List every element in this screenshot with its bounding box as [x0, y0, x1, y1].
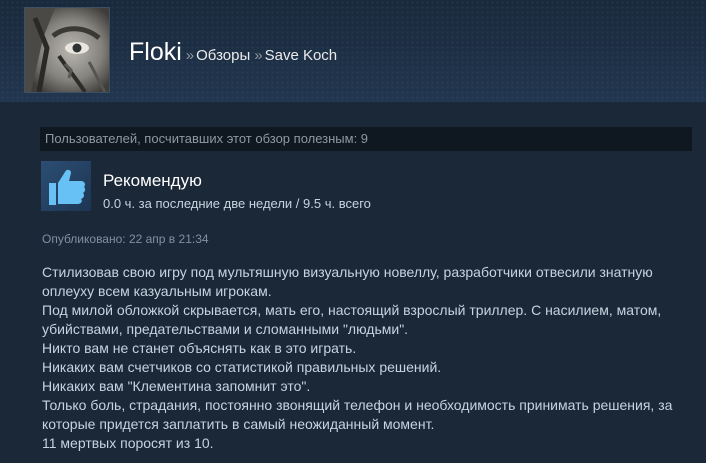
review-line: Стилизовав свою игру под мультяшную визу…: [42, 264, 653, 299]
review-page-body: Пользователей, посчитавших этот обзор по…: [0, 102, 706, 463]
profile-header: Floki» Обзоры» Save Koch: [0, 0, 706, 102]
breadcrumb-separator: »: [185, 47, 195, 64]
review-panel: Пользователей, посчитавших этот обзор по…: [36, 106, 706, 463]
breadcrumb: Floki» Обзоры» Save Koch: [129, 38, 337, 67]
review-line: 11 мертвых поросят из 10.: [42, 435, 214, 451]
review-line: Никаких вам "Клементина запомнит это".: [42, 378, 311, 394]
avatar[interactable]: [24, 7, 110, 93]
avatar-image: [25, 8, 109, 92]
review-line: Только боль, страдания, постоянно звонящ…: [42, 397, 673, 432]
thumbs-up-icon: [49, 169, 86, 205]
recommendation-title: Рекомендую: [103, 171, 202, 190]
review-line: Под милой обложкой скрывается, мать его,…: [42, 302, 662, 337]
review-line: Никаких вам счетчиков со статистикой пра…: [42, 359, 442, 375]
posted-date: Опубликовано: 22 апр в 21:34: [42, 232, 209, 246]
recommend-thumb: [41, 161, 91, 211]
breadcrumb-game-link[interactable]: Save Koch: [265, 47, 338, 64]
persona-name-link[interactable]: Floki: [129, 38, 182, 66]
breadcrumb-reviews-link[interactable]: Обзоры: [196, 47, 250, 64]
helpful-count-bar: Пользователей, посчитавших этот обзор по…: [40, 127, 692, 151]
review-body: Стилизовав свою игру под мультяшную визу…: [42, 263, 692, 453]
playtime-hours: 0.0 ч. за последние две недели / 9.5 ч. …: [103, 196, 371, 211]
review-line: Никто вам не станет объяснять как в это …: [42, 340, 357, 356]
breadcrumb-separator: »: [254, 47, 263, 64]
